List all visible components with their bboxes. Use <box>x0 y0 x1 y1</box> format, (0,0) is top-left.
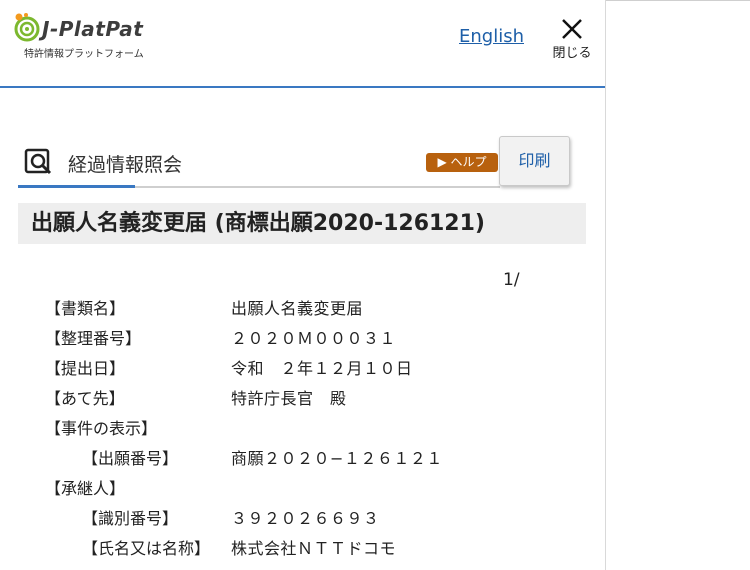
logo-swirl-icon <box>14 13 40 42</box>
row-label: 【提出日】 <box>45 359 126 378</box>
row-value: 株式会社ＮＴＴドコモ <box>231 539 397 558</box>
document-search-icon <box>24 148 52 175</box>
row-value: ２０２０Ｍ０００３１ <box>231 329 397 348</box>
header-divider <box>0 86 605 88</box>
close-label: 閉じる <box>552 46 592 61</box>
document-row: 【書類名】 出願人名義変更届 <box>0 295 605 325</box>
row-value: ３９２０２６６９３ <box>231 509 380 528</box>
row-label: 【事件の表示】 <box>45 419 158 438</box>
j-platpat-logo[interactable]: J-PlatPat 特許情報プラットフォーム <box>14 12 154 62</box>
page-number: 1/ <box>503 270 520 290</box>
logo-title: J-PlatPat <box>42 17 144 41</box>
close-icon <box>562 19 582 39</box>
row-label: 【氏名又は名称】 <box>82 539 211 558</box>
document-row: 【氏名又は名称】 株式会社ＮＴＴドコモ <box>0 535 605 565</box>
print-button[interactable]: 印刷 <box>499 136 570 186</box>
document-row: 【承継人】 <box>0 475 605 505</box>
close-button[interactable]: 閉じる <box>548 14 596 62</box>
row-label: 【承継人】 <box>45 479 126 498</box>
progress-info-tab: 経過情報照会 ▶ ヘルプ <box>18 140 500 188</box>
help-button[interactable]: ▶ ヘルプ <box>426 153 498 172</box>
document-row: 【あて先】 特許庁長官 殿 <box>0 385 605 415</box>
row-value: 令和 ２年１２月１０日 <box>231 359 413 378</box>
english-link[interactable]: English <box>459 26 524 47</box>
document-heading: 出願人名義変更届 (商標出願2020-126121) <box>18 203 586 244</box>
row-label: 【出願番号】 <box>82 449 179 468</box>
logo-subtitle: 特許情報プラットフォーム <box>24 49 144 60</box>
document-row: 【識別番号】 ３９２０２６６９３ <box>0 505 605 535</box>
document-viewer-panel: J-PlatPat 特許情報プラットフォーム English 閉じる 経過情報照… <box>0 0 606 570</box>
document-row: 【整理番号】 ２０２０Ｍ０００３１ <box>0 325 605 355</box>
row-value: 出願人名義変更届 <box>231 299 364 318</box>
document-row: 【事件の表示】 <box>0 415 605 445</box>
tab-active-indicator <box>18 185 135 188</box>
document-row: 【出願番号】 商願２０２０−１２６１２１ <box>0 445 605 475</box>
document-row: 【提出日】 令和 ２年１２月１０日 <box>0 355 605 385</box>
row-value: 商願２０２０−１２６１２１ <box>231 449 443 468</box>
header: J-PlatPat 特許情報プラットフォーム English 閉じる <box>0 0 605 86</box>
tab-title: 経過情報照会 <box>68 154 183 176</box>
row-label: 【識別番号】 <box>82 509 179 528</box>
row-value: 特許庁長官 殿 <box>231 389 347 408</box>
row-label: 【整理番号】 <box>45 329 142 348</box>
row-label: 【あて先】 <box>45 389 125 408</box>
row-label: 【書類名】 <box>45 299 126 318</box>
